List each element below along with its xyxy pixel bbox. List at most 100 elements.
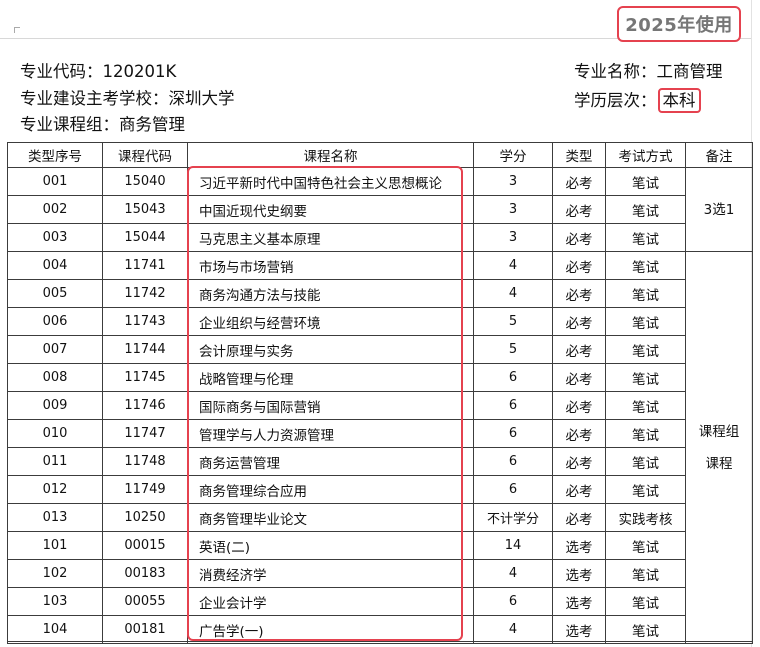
year-badge: 2025年使用 [617,6,741,42]
cell-name: 企业会计学 [187,587,474,616]
cell-seq: 102 [7,559,103,588]
cell-credit: 5 [473,335,553,364]
cell-exam: 实践考核 [605,503,686,532]
cell-name: 商务运营管理 [187,447,474,476]
table-row: 103 00055 企业会计学 6 选考 笔试 [7,587,753,616]
cell-type: 必考 [552,279,606,308]
cell-seq: 010 [7,419,103,448]
table-row: 011 11748 商务运营管理 6 必考 笔试 [7,447,753,476]
cell-exam: 笔试 [605,335,686,364]
cell-name: 中国近现代史纲要 [187,195,474,224]
cell-exam: 笔试 [605,307,686,336]
note-course-group-line2: 课程 [705,455,733,472]
cell-type: 必考 [552,419,606,448]
cell-type: 必考 [552,335,606,364]
cell-code: 11742 [102,279,188,308]
note-course-group: 课程组 课程 [685,251,753,644]
major-name-label: 专业名称： [574,62,657,81]
cell-credit: 14 [473,531,553,560]
cell-seq: 012 [7,475,103,504]
cell-code: 15040 [102,167,188,196]
cell-credit: 3 [473,195,553,224]
cell-code: 11741 [102,251,188,280]
cell-name: 商务管理综合应用 [187,475,474,504]
cell-type: 选考 [552,615,606,644]
cell-type: 必考 [552,391,606,420]
cell-exam: 笔试 [605,195,686,224]
cell-exam: 笔试 [605,363,686,392]
degree-line: 学历层次： 本科 [574,88,701,113]
cell-type: 必考 [552,167,606,196]
cell-type: 必考 [552,251,606,280]
cell-code: 00015 [102,531,188,560]
table-row: 012 11749 商务管理综合应用 6 必考 笔试 [7,475,753,504]
table-row: 007 11744 会计原理与实务 5 必考 笔试 [7,335,753,364]
table-row: 010 11747 管理学与人力资源管理 6 必考 笔试 [7,419,753,448]
cell-credit: 4 [473,559,553,588]
cell-name: 企业组织与经营环境 [187,307,474,336]
table-row: 102 00183 消费经济学 4 选考 笔试 [7,559,753,588]
cell-exam: 笔试 [605,279,686,308]
cell-type: 选考 [552,531,606,560]
header-code: 课程代码 [102,142,188,168]
cell-credit: 6 [473,475,553,504]
cell-type: 必考 [552,195,606,224]
table-row: 003 15044 马克思主义基本原理 3 必考 笔试 [7,223,753,252]
cell-credit: 4 [473,251,553,280]
cell-code: 11746 [102,391,188,420]
cell-credit: 6 [473,363,553,392]
course-group-value: 商务管理 [119,115,185,134]
cell-credit: 3 [473,167,553,196]
cell-seq: 101 [7,531,103,560]
cell-type: 必考 [552,447,606,476]
cell-type: 必考 [552,475,606,504]
major-name-value: 工商管理 [656,62,723,81]
header-name: 课程名称 [187,142,474,168]
table-row: 101 00015 英语(二) 14 选考 笔试 [7,531,753,560]
cell-credit: 5 [473,307,553,336]
cell-type: 选考 [552,559,606,588]
cell-type: 必考 [552,223,606,252]
school-value: 深圳大学 [168,89,235,108]
table-header-row: 类型序号 课程代码 课程名称 学分 类型 考试方式 备注 [7,142,753,168]
cell-code: 11743 [102,307,188,336]
cell-seq: 009 [7,391,103,420]
cell-type: 必考 [552,307,606,336]
cell-code: 10250 [102,503,188,532]
cell-exam: 笔试 [605,531,686,560]
table-row: 006 11743 企业组织与经营环境 5 必考 笔试 [7,307,753,336]
table-row: 008 11745 战略管理与伦理 6 必考 笔试 [7,363,753,392]
header-credit: 学分 [473,142,553,168]
cell-code: 11745 [102,363,188,392]
cell-name: 消费经济学 [187,559,474,588]
degree-value: 本科 [657,88,701,113]
cell-code: 00055 [102,587,188,616]
cell-seq: 104 [7,615,103,644]
table-row: 005 11742 商务沟通方法与技能 4 必考 笔试 [7,279,753,308]
cell-exam: 笔试 [605,391,686,420]
cell-name: 市场与市场营销 [187,251,474,280]
cell-seq: 005 [7,279,103,308]
cell-exam: 笔试 [605,419,686,448]
major-code-line: 专业代码：120201K [20,61,176,83]
next-row-edge [7,641,752,642]
cell-type: 必考 [552,503,606,532]
table-row: 001 15040 习近平新时代中国特色社会主义思想概论 3 必考 笔试 3选1 [7,167,753,252]
cell-credit: 4 [473,279,553,308]
cell-exam: 笔试 [605,587,686,616]
cell-credit: 6 [473,587,553,616]
cell-exam: 笔试 [605,167,686,196]
cell-name: 广告学(一) [187,615,474,644]
cell-seq: 008 [7,363,103,392]
cell-name: 习近平新时代中国特色社会主义思想概论 [187,167,474,196]
cell-type: 必考 [552,363,606,392]
cell-seq: 011 [7,447,103,476]
page-corner-mark [14,27,20,33]
cell-name: 国际商务与国际营销 [187,391,474,420]
cell-credit: 6 [473,391,553,420]
cell-code: 11747 [102,419,188,448]
cell-type: 选考 [552,587,606,616]
cell-code: 00181 [102,615,188,644]
cell-credit: 3 [473,223,553,252]
cell-exam: 笔试 [605,251,686,280]
